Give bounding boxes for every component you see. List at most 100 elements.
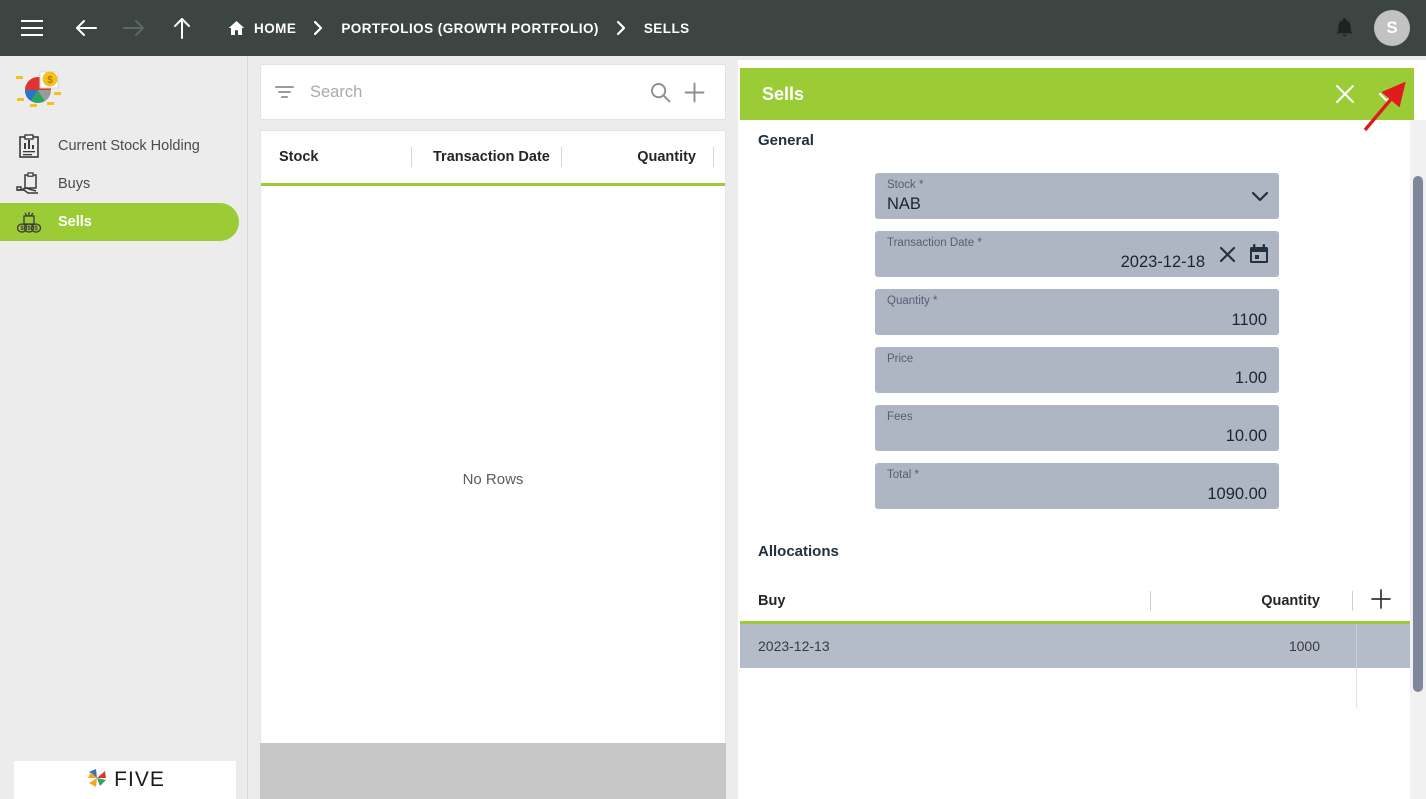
allocation-row-divider [1356, 624, 1357, 668]
sells-form-panel: Sells General Stock * NAB Transaction Da… [738, 60, 1426, 799]
records-list-card: Stock Transaction Date Quantity No Rows [260, 130, 726, 785]
field-stock[interactable]: Stock * NAB [875, 173, 1279, 219]
arrow-left-icon[interactable] [66, 8, 106, 48]
column-header-quantity[interactable]: Quantity [581, 131, 696, 183]
allocations-column-header-quantity[interactable]: Quantity [1210, 580, 1320, 621]
plus-icon[interactable] [677, 75, 711, 109]
sidebar-item-current-stock-holding[interactable]: Current Stock Holding [0, 127, 239, 165]
topbar-right-actions: S [1335, 0, 1426, 56]
avatar-initial: S [1386, 18, 1398, 37]
sidebar-item-sells[interactable]: $ $ $ Sells [0, 203, 239, 241]
allocations-empty-row-divider [1356, 668, 1357, 708]
arrow-right-icon[interactable] [114, 8, 154, 48]
svg-text:$: $ [20, 226, 24, 232]
svg-text:$: $ [27, 226, 31, 232]
column-divider-1[interactable] [411, 147, 412, 167]
five-brand-logo: FIVE [14, 761, 236, 799]
field-label-quantity: Quantity * [887, 295, 938, 307]
breadcrumb: HOME PORTFOLIOS (GROWTH PORTFOLIO) SELLS [228, 20, 690, 36]
top-navigation-bar: HOME PORTFOLIOS (GROWTH PORTFOLIO) SELLS [0, 0, 1426, 56]
sidebar-nav: Current Stock Holding Buys $ $ $ Sells [0, 127, 247, 241]
money-coins-icon: $ $ $ [14, 208, 44, 236]
allocations-add-row-button[interactable] [1370, 580, 1392, 621]
column-header-transaction-date[interactable]: Transaction Date [433, 131, 550, 183]
field-label-total: Total * [887, 469, 919, 481]
search-icon[interactable] [643, 75, 677, 109]
sidebar-item-label-current-stock-holding: Current Stock Holding [58, 138, 200, 154]
home-icon [228, 20, 245, 36]
allocations-empty-row [740, 668, 1414, 708]
sidebar: $ Current Stock Holding Buys $ $ $ Sells… [0, 56, 248, 799]
empty-state-message: No Rows [462, 471, 524, 488]
breadcrumb-item-sells[interactable]: SELLS [644, 21, 690, 36]
field-label-transaction-date: Transaction Date * [887, 237, 982, 249]
field-value-transaction-date: 2023-12-18 [1120, 253, 1205, 271]
allocation-cell-buy: 2023-12-13 [758, 638, 830, 654]
breadcrumb-separator-2 [616, 21, 626, 35]
clipboard-chart-icon [14, 132, 44, 160]
five-logo-text: FIVE [114, 768, 165, 791]
field-icons-transaction-date [1218, 231, 1269, 277]
column-divider-3[interactable] [713, 147, 714, 167]
filter-icon[interactable] [275, 85, 294, 99]
avatar[interactable]: S [1374, 10, 1410, 46]
field-fees[interactable]: Fees 10.00 [875, 405, 1279, 451]
field-value-total: 1090.00 [1207, 485, 1267, 503]
field-value-fees: 10.00 [1225, 427, 1267, 445]
breadcrumb-label-home: HOME [254, 20, 297, 36]
plus-icon [1370, 588, 1392, 614]
allocations-column-header-buy[interactable]: Buy [758, 580, 785, 621]
allocation-cell-quantity: 1000 [1288, 638, 1320, 654]
breadcrumb-label-sells: SELLS [643, 20, 690, 36]
notification-bell-icon[interactable] [1335, 17, 1354, 39]
form-vertical-scrollbar[interactable] [1410, 120, 1426, 799]
section-title-allocations: Allocations [758, 543, 839, 560]
allocations-column-divider-2[interactable] [1352, 591, 1353, 611]
confirm-checkmark-button[interactable] [1368, 68, 1414, 120]
allocations-header-row: Buy Quantity [740, 580, 1414, 624]
field-label-fees: Fees [887, 411, 913, 423]
form-header: Sells [740, 68, 1414, 120]
application-window: HOME PORTFOLIOS (GROWTH PORTFOLIO) SELLS [0, 0, 1426, 799]
sidebar-item-label-sells: Sells [58, 214, 92, 230]
five-pinwheel-logo [85, 766, 109, 795]
search-bar [260, 64, 726, 120]
close-x-icon[interactable] [1322, 68, 1368, 120]
allocations-column-divider-1[interactable] [1150, 591, 1151, 611]
breadcrumb-item-portfolios[interactable]: PORTFOLIOS (GROWTH PORTFOLIO) [341, 21, 599, 36]
arrow-up-icon[interactable] [162, 8, 202, 48]
form-vertical-scrollbar-thumb[interactable] [1413, 176, 1423, 692]
section-title-general: General [758, 132, 814, 149]
breadcrumb-label-portfolios: PORTFOLIOS (GROWTH PORTFOLIO) [341, 20, 599, 36]
hamburger-menu-icon[interactable] [12, 8, 52, 48]
field-value-stock: NAB [887, 195, 921, 213]
svg-text:$: $ [34, 226, 38, 232]
records-list-column: Stock Transaction Date Quantity No Rows [248, 56, 738, 799]
table-row[interactable]: 2023-12-13 1000 [740, 624, 1414, 668]
search-input[interactable] [310, 82, 643, 102]
breadcrumb-separator [314, 21, 323, 35]
column-header-stock[interactable]: Stock [279, 131, 319, 183]
form-title: Sells [762, 83, 805, 104]
chevron-down-icon[interactable] [1251, 191, 1269, 202]
calendar-icon[interactable] [1249, 244, 1269, 264]
svg-text:$: $ [47, 75, 53, 86]
form-body: General Stock * NAB Transaction Date * 2… [740, 120, 1414, 799]
form-fields: Stock * NAB Transaction Date * 2023-12-1… [740, 173, 1414, 509]
field-price[interactable]: Price 1.00 [875, 347, 1279, 393]
field-label-stock: Stock * [887, 179, 924, 191]
field-transaction-date[interactable]: Transaction Date * 2023-12-18 [875, 231, 1279, 277]
breadcrumb-item-home[interactable]: HOME [228, 20, 296, 36]
hand-clipboard-icon [14, 170, 44, 198]
list-footer-area [260, 743, 726, 799]
column-divider-2[interactable] [561, 147, 562, 167]
sidebar-item-buys[interactable]: Buys [0, 165, 239, 203]
field-value-quantity: 1100 [1231, 311, 1267, 329]
portfolio-pie-chart-logo: $ [0, 56, 247, 121]
field-quantity[interactable]: Quantity * 1100 [875, 289, 1279, 335]
field-value-price: 1.00 [1234, 369, 1267, 387]
field-total[interactable]: Total * 1090.00 [875, 463, 1279, 509]
clear-x-icon[interactable] [1218, 245, 1237, 264]
field-label-price: Price [887, 353, 914, 365]
list-header-row: Stock Transaction Date Quantity [261, 131, 725, 186]
